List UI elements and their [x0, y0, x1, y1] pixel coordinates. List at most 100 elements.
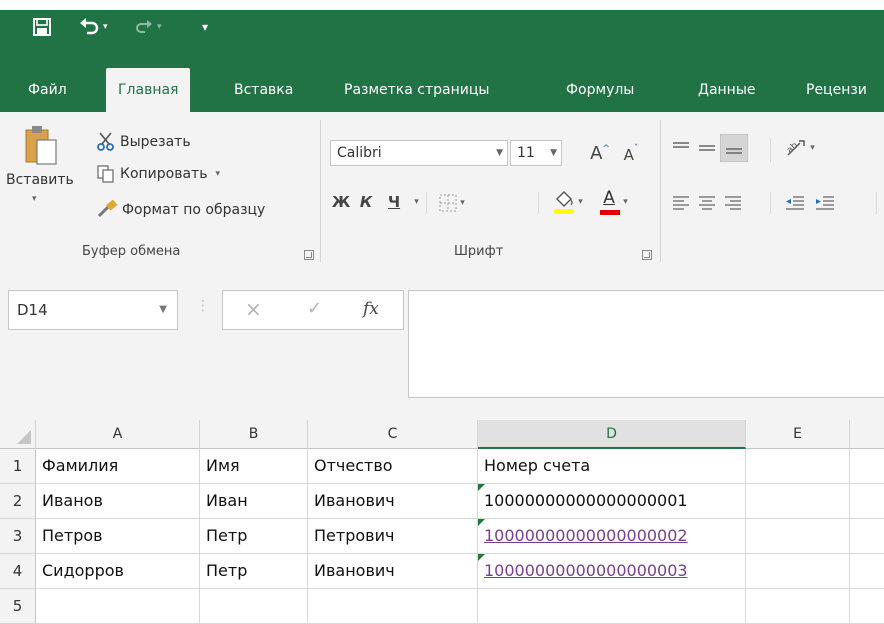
cell-d4-link[interactable]: 10000000000000000003 [484, 561, 688, 580]
decrease-indent-button[interactable] [782, 190, 808, 214]
customize-qat-button[interactable]: ▾ [202, 10, 208, 44]
formula-input[interactable] [408, 290, 884, 398]
cell-b3[interactable]: Петр [200, 519, 308, 554]
insert-function-icon[interactable]: fx [363, 299, 379, 319]
cell-b4[interactable]: Петр [200, 554, 308, 589]
cut-button[interactable]: Вырезать [96, 130, 191, 154]
underline-dropdown-icon[interactable]: ▾ [408, 188, 422, 216]
tab-formulas[interactable]: Формулы [554, 68, 646, 112]
align-right-icon [725, 196, 741, 210]
cell-e4[interactable] [746, 554, 850, 589]
row-header[interactable]: 2 [0, 484, 36, 519]
cell-d3-link[interactable]: 10000000000000000002 [484, 526, 688, 545]
cut-label: Вырезать [120, 134, 191, 150]
tab-review[interactable]: Рецензи [794, 68, 879, 112]
cell-c3[interactable]: Петрович [308, 519, 478, 554]
copy-button[interactable]: Копировать ▾ [96, 162, 220, 186]
cell-d1[interactable]: Номер счета [478, 449, 746, 484]
undo-dropdown-icon[interactable]: ▾ [103, 22, 108, 32]
cell-f5[interactable] [850, 589, 884, 624]
formula-bar-grip-icon[interactable]: ⋮ [196, 298, 210, 314]
divider [770, 192, 771, 214]
italic-button[interactable]: К [356, 188, 376, 216]
cell-d2[interactable]: 10000000000000000001 [478, 484, 746, 519]
column-header-e[interactable]: E [746, 420, 850, 449]
enter-icon[interactable]: ✓ [307, 298, 322, 319]
column-header-b[interactable]: B [200, 420, 308, 449]
cell-c2[interactable]: Иванович [308, 484, 478, 519]
cell-d5[interactable] [478, 589, 746, 624]
select-all-corner[interactable] [0, 420, 36, 449]
orientation-button[interactable]: ab ▾ [780, 136, 820, 160]
align-left-button[interactable] [670, 190, 692, 214]
cell-f4[interactable] [850, 554, 884, 589]
column-header-c[interactable]: C [308, 420, 478, 449]
paste-button[interactable]: Вставить ▾ [6, 122, 74, 232]
chevron-down-icon[interactable]: ▼ [550, 141, 557, 165]
tab-file[interactable]: Файл [16, 68, 79, 112]
row-header[interactable]: 4 [0, 554, 36, 589]
cell-a1[interactable]: Фамилия [36, 449, 200, 484]
cell-c1[interactable]: Отчество [308, 449, 478, 484]
cell-e3[interactable] [746, 519, 850, 554]
cell-e2[interactable] [746, 484, 850, 519]
copy-dropdown-icon[interactable]: ▾ [215, 169, 220, 179]
cell-f2[interactable] [850, 484, 884, 519]
increase-font-size-button[interactable]: A ^ [588, 138, 612, 168]
column-header-d[interactable]: D [478, 420, 746, 449]
cell-b2[interactable]: Иван [200, 484, 308, 519]
column-header-a[interactable]: A [36, 420, 200, 449]
cell-f1[interactable] [850, 449, 884, 484]
increase-indent-button[interactable] [812, 190, 838, 214]
chevron-down-icon[interactable]: ▼ [496, 141, 503, 165]
chevron-down-icon[interactable]: ▼ [159, 291, 167, 329]
undo-icon [80, 18, 99, 35]
clipboard-launcher-icon[interactable] [304, 250, 314, 260]
tab-insert[interactable]: Вставка [222, 68, 305, 112]
fill-color-button[interactable]: ▾ [546, 186, 590, 218]
redo-dropdown-icon[interactable]: ▾ [157, 22, 162, 32]
undo-button[interactable]: ▾ [78, 10, 108, 44]
cell-d3[interactable]: 10000000000000000002 [478, 519, 746, 554]
font-color-button[interactable]: A ▾ [594, 186, 634, 218]
cell-d4[interactable]: 10000000000000000003 [478, 554, 746, 589]
cell-b5[interactable] [200, 589, 308, 624]
tab-page-layout[interactable]: Разметка страницы [332, 68, 501, 112]
row-header[interactable]: 3 [0, 519, 36, 554]
divider [538, 192, 539, 214]
font-name-combo[interactable]: Calibri ▼ [330, 140, 508, 166]
row-header[interactable]: 5 [0, 589, 36, 624]
align-bottom-button[interactable] [720, 134, 748, 162]
cell-a4[interactable]: Сидорров [36, 554, 200, 589]
decrease-font-size-button[interactable]: Aˇ [620, 140, 642, 170]
name-box[interactable]: D14 ▼ [8, 290, 178, 330]
cell-a5[interactable] [36, 589, 200, 624]
cell-e5[interactable] [746, 589, 850, 624]
save-button[interactable] [32, 10, 52, 44]
cancel-icon[interactable]: × [245, 297, 262, 321]
cell-a3[interactable]: Петров [36, 519, 200, 554]
underline-button[interactable]: Ч [382, 188, 406, 216]
column-header-f[interactable] [850, 420, 884, 449]
cell-b1[interactable]: Имя [200, 449, 308, 484]
tab-home[interactable]: Главная [106, 68, 191, 112]
cell-c5[interactable] [308, 589, 478, 624]
cell-c4[interactable]: Иванович [308, 554, 478, 589]
align-center-button[interactable] [696, 190, 718, 214]
tab-data[interactable]: Данные [686, 68, 768, 112]
redo-button[interactable]: ▾ [134, 10, 162, 44]
borders-button[interactable]: ▾ [434, 190, 470, 216]
bold-button[interactable]: Ж [330, 188, 352, 216]
align-middle-button[interactable] [696, 136, 718, 160]
format-painter-button[interactable]: Формат по образцу [96, 198, 265, 222]
font-size-combo[interactable]: 11 ▼ [510, 140, 562, 166]
align-right-button[interactable] [722, 190, 744, 214]
align-top-button[interactable] [670, 136, 692, 160]
cell-e1[interactable] [746, 449, 850, 484]
worksheet-grid: A B C D E 1 Фамилия Имя Отчество Номер с… [0, 420, 884, 624]
cell-f3[interactable] [850, 519, 884, 554]
paste-dropdown-icon[interactable]: ▾ [32, 194, 37, 204]
cell-a2[interactable]: Иванов [36, 484, 200, 519]
font-launcher-icon[interactable] [642, 250, 652, 260]
row-header[interactable]: 1 [0, 449, 36, 484]
